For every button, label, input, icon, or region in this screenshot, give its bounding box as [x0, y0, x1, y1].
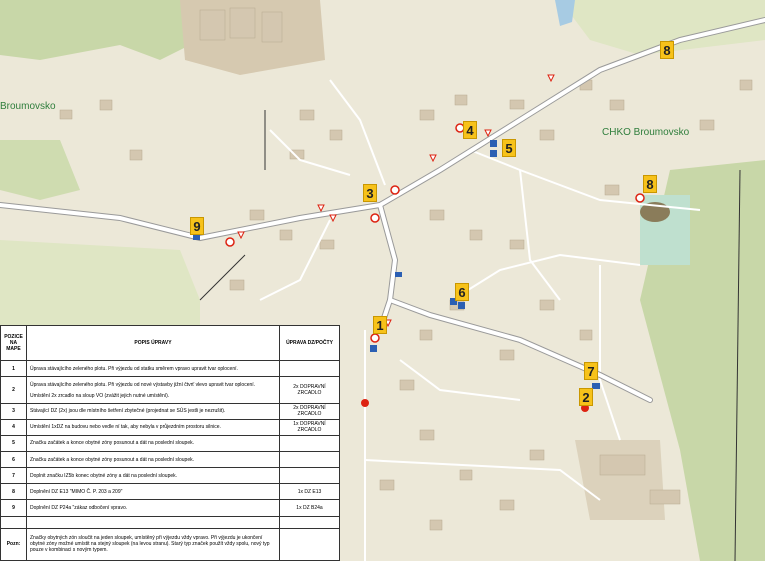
note-label: Pozn:: [0, 527, 27, 561]
table-row: 3 Stávající DZ (2x) jsou dle místního še…: [0, 402, 340, 420]
row-change: 2x DOPRAVNÍ ZRCADLO: [279, 376, 340, 404]
row-position: 2: [0, 376, 27, 404]
row-description: Doplnit značku IZ5b konec obytné zóny a …: [26, 467, 280, 485]
table-row: 2 Úprava stávajícího zeleného plotu. Při…: [0, 376, 340, 404]
legend-table: POZICE NA MAPE POPIS ÚPRAVY ÚPRAVA DZ/PO…: [0, 324, 340, 561]
table-row: 8 Doplnění DZ E13 "MIMO Č. P. 203 a 209"…: [0, 483, 340, 501]
map-marker-8-right[interactable]: 8: [643, 175, 657, 193]
row-position: 1: [0, 360, 27, 378]
table-row: 6 Značku začátek a konce obytné zóny pos…: [0, 451, 340, 469]
table-row: 7 Doplnit značku IZ5b konec obytné zóny …: [0, 467, 340, 485]
row-description-line-2: Umístění 2x zrcadlo na sloup VO (zvážit …: [30, 392, 170, 399]
table-row: 9 Doplnění DZ P24a "zákaz odbočení vprav…: [0, 499, 340, 517]
row-change: [279, 434, 340, 453]
map-marker-3[interactable]: 3: [363, 184, 377, 202]
row-description: Doplnění DZ E13 "MIMO Č. P. 203 a 209": [26, 483, 280, 501]
table-row: 1 Úprava stávajícího zeleného plotu. Při…: [0, 360, 340, 378]
note-empty-cell: [279, 527, 340, 561]
row-position: [0, 515, 27, 529]
map-marker-5[interactable]: 5: [502, 139, 516, 157]
row-change: 1x DZ B24a: [279, 499, 340, 517]
row-description: Značku začátek a konce obytné zóny posun…: [26, 451, 280, 469]
row-description: [26, 515, 280, 529]
row-change: 1x DOPRAVNÍ ZRCADLO: [279, 418, 340, 436]
row-position: 9: [0, 499, 27, 517]
row-change: [279, 451, 340, 469]
map-marker-7[interactable]: 7: [584, 362, 598, 380]
row-position: 6: [0, 451, 27, 469]
row-position: 4: [0, 418, 27, 436]
row-change: [279, 360, 340, 378]
map-marker-8-top[interactable]: 8: [660, 41, 674, 59]
row-position: 3: [0, 402, 27, 420]
table-row: 5 Značku začátek a konce obytné zóny pos…: [0, 434, 340, 453]
row-change: 1x DZ E13: [279, 483, 340, 501]
map-marker-1[interactable]: 1: [373, 316, 387, 334]
row-change: 2x DOPRAVNÍ ZRCADLO: [279, 402, 340, 420]
table-note-row: Pozn: Značky obytných zón sloučit na jed…: [0, 527, 340, 561]
row-change: [279, 467, 340, 485]
map-marker-2[interactable]: 2: [579, 388, 593, 406]
map-marker-6[interactable]: 6: [455, 283, 469, 301]
row-description: Úprava stávajícího zeleného plotu. Při v…: [26, 360, 280, 378]
row-change: [279, 515, 340, 529]
row-position: 5: [0, 434, 27, 453]
row-description: Doplnění DZ P24a "zákaz odbočení vpravo.: [26, 499, 280, 517]
map-marker-4[interactable]: 4: [463, 121, 477, 139]
meadow-area-left: [0, 240, 200, 325]
row-description: Úprava stávajícího zeleného plotu. Při v…: [26, 376, 280, 404]
row-position: 8: [0, 483, 27, 501]
row-description: Umístění 1xDZ na budovu nebo vedle ní ta…: [26, 418, 280, 436]
map-marker-9[interactable]: 9: [190, 217, 204, 235]
industrial-area: [575, 440, 665, 520]
row-description-line-1: Úprava stávajícího zeleného plotu. Při v…: [30, 381, 256, 388]
row-position: 7: [0, 467, 27, 485]
header-change: ÚPRAVA DZ/POČTY: [279, 324, 340, 362]
table-row: 4 Umístění 1xDZ na budovu nebo vedle ní …: [0, 418, 340, 436]
table-row-empty: [0, 515, 340, 529]
row-description: Stávající DZ (2x) jsou dle místního šetř…: [26, 402, 280, 420]
place-label-left: Broumovsko: [0, 101, 56, 112]
row-description: Značku začátek a konce obytné zóny posun…: [26, 434, 280, 453]
place-label-right: CHKO Broumovsko: [602, 127, 690, 138]
note-text: Značky obytných zón sloučit na jeden slo…: [26, 527, 280, 561]
header-description: POPIS ÚPRAVY: [26, 324, 280, 362]
header-position: POZICE NA MAPE: [0, 324, 27, 362]
